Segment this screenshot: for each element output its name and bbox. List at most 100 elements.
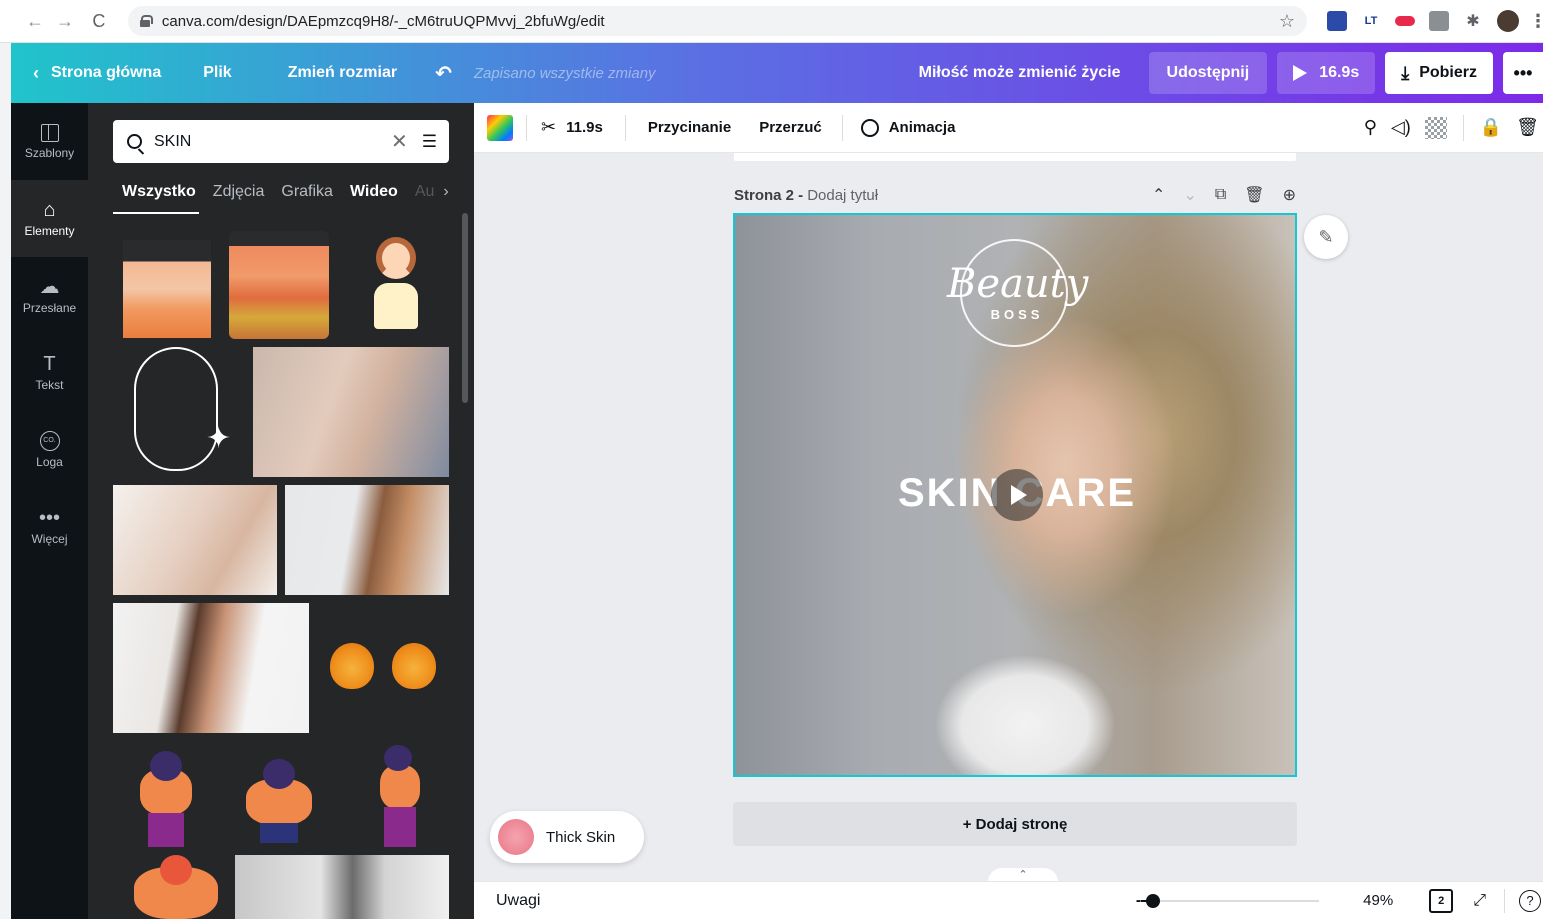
result-wrestler-crouch-graphic[interactable] <box>126 855 224 919</box>
panel-scrollbar[interactable] <box>462 213 468 403</box>
extension-3-icon[interactable] <box>1394 16 1415 26</box>
move-page-up-icon[interactable]: ⌃ <box>1152 185 1165 205</box>
extensions-area: LT ✱ ⋮ <box>1326 10 1543 32</box>
wrestler-head <box>384 745 412 771</box>
profile-avatar[interactable] <box>1496 10 1519 32</box>
sparkle-icon: ✦ <box>206 422 232 455</box>
rail-item-elements[interactable]: ⌂ Elementy <box>11 180 88 257</box>
zoom-thumb[interactable] <box>1146 893 1161 908</box>
search-value[interactable]: SKIN <box>154 133 191 151</box>
crop-button[interactable]: Przycinanie <box>648 119 731 136</box>
play-icon <box>1293 65 1308 81</box>
clear-search-icon[interactable]: ✕ <box>391 129 408 154</box>
browser-menu-icon[interactable]: ⋮ <box>1529 11 1543 31</box>
tab-graphics[interactable]: Grafika <box>281 183 333 201</box>
clip-duration[interactable]: 11.9s <box>566 119 603 136</box>
rail-item-text[interactable]: T Tekst <box>11 334 88 411</box>
scissors-icon[interactable]: ✂ <box>541 117 556 138</box>
extension-1-icon[interactable] <box>1326 11 1347 31</box>
design-page[interactable]: Beauty BOSS SKIN CARE <box>733 213 1297 777</box>
result-photo-woman-profile[interactable] <box>113 485 277 595</box>
paint-roller-icon[interactable]: ⚲ <box>1364 117 1377 138</box>
search-input[interactable]: SKIN ✕ ☰ <box>113 120 449 163</box>
help-icon[interactable]: ? <box>1519 889 1541 912</box>
zoom-value[interactable]: 49% <box>1363 892 1393 909</box>
lock-icon <box>139 15 153 27</box>
duplicate-page-icon[interactable]: ⧉ <box>1215 186 1226 204</box>
result-skin-layer-graphic[interactable] <box>123 240 211 338</box>
browser-toolbar: ← → C canva.com/design/DAEpmzcq9H8/-_cM6… <box>0 0 1543 43</box>
move-page-down-icon[interactable]: ⌄ <box>1183 185 1196 205</box>
tab-all[interactable]: Wszystko <box>122 183 196 201</box>
extension-4-icon[interactable] <box>1428 11 1449 31</box>
result-photo-woman-touching-cheek[interactable] <box>253 347 449 477</box>
search-icon <box>127 134 142 149</box>
page-count-icon[interactable]: 2 <box>1429 888 1454 913</box>
add-comment-button[interactable]: ✎ <box>1304 215 1348 259</box>
result-wrestler-flex-graphic[interactable] <box>238 753 320 847</box>
suggestion-thumbnail <box>498 819 534 855</box>
url-text[interactable]: canva.com/design/DAEpmzcq9H8/-_cM6truUQP… <box>162 13 605 30</box>
result-photo-woman-towel[interactable] <box>113 603 309 733</box>
volume-icon[interactable]: ◁) <box>1391 117 1411 138</box>
tab-audio[interactable]: Au <box>415 183 435 201</box>
video-play-button[interactable] <box>991 469 1043 521</box>
more-icon: ••• <box>38 506 60 529</box>
elements-panel: SKIN ✕ ☰ Wszystko Zdjęcia Grafika Wideo … <box>88 103 474 919</box>
animate-button[interactable]: Animacja <box>889 119 956 136</box>
animation-icon <box>860 118 879 137</box>
add-page-icon[interactable]: ⊕ <box>1283 185 1296 205</box>
download-button[interactable]: ⤓ Pobierz <box>1385 52 1493 94</box>
design-title[interactable]: Miłość może zmienić życie <box>919 64 1121 82</box>
resize-menu[interactable]: Zmień rozmiar <box>288 64 397 82</box>
wrestler-head <box>160 855 192 885</box>
result-onion-graphic[interactable] <box>330 643 374 689</box>
flip-button[interactable]: Przerzuć <box>759 119 822 136</box>
suggestion-chip[interactable]: Thick Skin <box>490 811 644 863</box>
more-options-button[interactable]: ••• <box>1503 52 1543 94</box>
trash-icon[interactable]: 🗑 <box>1516 117 1539 138</box>
color-picker-icon[interactable] <box>487 114 513 141</box>
show-pages-toggle[interactable]: ⌃ <box>988 868 1058 882</box>
browser-forward-icon[interactable]: → <box>50 11 80 32</box>
fullscreen-icon[interactable]: ⤢ <box>1473 892 1486 910</box>
rail-item-logos[interactable]: CO. Loga <box>11 411 88 488</box>
file-menu[interactable]: Plik <box>203 64 231 82</box>
result-face-line-graphic[interactable]: ✦ <box>122 345 232 475</box>
add-page-button[interactable]: + Dodaj stronę <box>733 802 1297 846</box>
bookmark-star-icon[interactable]: ☆ <box>1279 11 1295 32</box>
home-link[interactable]: ‹ Strona główna <box>33 63 161 84</box>
result-photo-woman-gym[interactable] <box>235 855 449 919</box>
tab-photos[interactable]: Zdjęcia <box>213 183 265 201</box>
share-button[interactable]: Udostępnij <box>1148 52 1268 94</box>
chevron-right-icon[interactable]: › <box>443 183 448 201</box>
rail-item-templates[interactable]: Szablony <box>11 103 88 180</box>
brand-logo-subtitle: BOSS <box>990 307 1044 322</box>
result-wrestler-belt-graphic[interactable] <box>126 743 206 849</box>
address-bar[interactable]: canva.com/design/DAEpmzcq9H8/-_cM6truUQP… <box>127 6 1307 36</box>
notes-button[interactable]: Uwagi <box>496 892 540 910</box>
filter-icon[interactable]: ☰ <box>422 132 437 152</box>
result-photo-woman-dark-skin[interactable] <box>285 485 449 595</box>
result-onion-graphic[interactable] <box>392 643 436 689</box>
extensions-puzzle-icon[interactable]: ✱ <box>1463 11 1483 31</box>
rail-item-more[interactable]: ••• Więcej <box>11 488 88 565</box>
home-label: Strona główna <box>51 64 162 81</box>
rail-label: Więcej <box>31 531 68 546</box>
extension-2-icon[interactable]: LT <box>1361 11 1381 31</box>
wrestler-body <box>380 765 420 809</box>
result-wrestler-standing-graphic[interactable] <box>370 743 430 851</box>
tab-video[interactable]: Wideo <box>350 183 398 201</box>
transparency-icon[interactable] <box>1424 116 1447 139</box>
browser-back-icon[interactable]: ← <box>20 11 50 32</box>
play-button[interactable]: 16.9s <box>1277 52 1376 94</box>
page-title-field[interactable]: Dodaj tytuł <box>807 187 878 204</box>
delete-page-icon[interactable]: 🗑 <box>1244 185 1264 205</box>
lock-icon[interactable]: 🔒 <box>1480 117 1502 138</box>
result-happy-girl-graphic[interactable] <box>356 231 436 335</box>
browser-reload-icon[interactable]: C <box>84 11 114 32</box>
rail-item-uploads[interactable]: ☁ Przesłane <box>11 257 88 334</box>
undo-icon[interactable]: ↶ <box>435 61 452 86</box>
result-skin-cross-section-graphic[interactable] <box>229 231 329 339</box>
zoom-slider[interactable] <box>1141 893 1320 908</box>
